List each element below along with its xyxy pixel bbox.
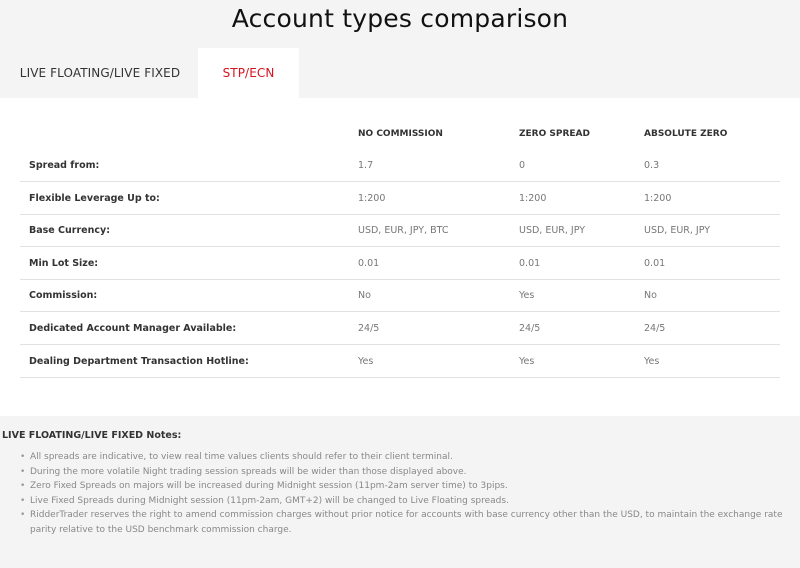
column-header-zero-spread: ZERO SPREAD [519, 129, 590, 139]
row-label: Dealing Department Transaction Hotline: [29, 355, 249, 367]
list-item: During the more volatile Night trading s… [20, 465, 790, 480]
cell-no-commission: 1.7 [358, 160, 374, 171]
cell-zero-spread: 0 [519, 160, 526, 171]
cell-zero-spread: 1:200 [519, 192, 547, 204]
table-row: Dealing Department Transaction Hotline: … [20, 345, 780, 378]
row-label: Commission: [29, 290, 98, 301]
tab-live-floating-live-fixed[interactable]: LIVE FLOATING/LIVE FIXED [0, 48, 200, 98]
cell-zero-spread: USD, EUR, JPY [519, 225, 586, 236]
table-row: Spread from: 1.7 0 0.3 [20, 150, 780, 182]
cell-absolute-zero: Yes [644, 355, 660, 367]
row-label: Dedicated Account Manager Available: [29, 322, 237, 334]
row-label: Flexible Leverage Up to: [29, 192, 160, 204]
cell-no-commission: 1:200 [358, 192, 386, 204]
row-label: Min Lot Size: [29, 257, 99, 269]
notes-list: All spreads are indicative, to view real… [20, 450, 790, 537]
cell-zero-spread: Yes [519, 355, 535, 367]
cell-zero-spread: Yes [519, 290, 535, 301]
cell-zero-spread: 0.01 [519, 257, 541, 269]
column-header-absolute-zero: ABSOLUTE ZERO [644, 129, 728, 139]
cell-absolute-zero: 0.3 [644, 160, 660, 171]
cell-absolute-zero: 1:200 [644, 192, 672, 204]
cell-absolute-zero: 24/5 [644, 322, 666, 334]
cell-absolute-zero: 0.01 [644, 257, 666, 269]
cell-no-commission: No [358, 290, 371, 301]
account-tabs: LIVE FLOATING/LIVE FIXED STP/ECN [0, 48, 800, 98]
table-header-row: NO COMMISSION ZERO SPREAD ABSOLUTE ZERO [20, 118, 780, 150]
list-item: RidderTrader reserves the right to amend… [20, 508, 790, 537]
row-label: Base Currency: [29, 225, 110, 236]
cell-no-commission: Yes [358, 355, 374, 367]
table-row: Dedicated Account Manager Available: 24/… [20, 312, 780, 345]
column-header-no-commission: NO COMMISSION [358, 129, 443, 139]
cell-absolute-zero: No [644, 290, 657, 301]
table-row: Base Currency: USD, EUR, JPY, BTC USD, E… [20, 215, 780, 247]
cell-no-commission: 24/5 [358, 322, 380, 334]
tab-stp-ecn[interactable]: STP/ECN [198, 48, 299, 98]
page-title: Account types comparison [231, 4, 569, 33]
cell-no-commission: USD, EUR, JPY, BTC [358, 225, 449, 236]
list-item: Live Fixed Spreads during Midnight sessi… [20, 494, 790, 509]
row-label: Spread from: [29, 160, 100, 171]
table-row: Min Lot Size: 0.01 0.01 0.01 [20, 247, 780, 280]
list-item: Zero Fixed Spreads on majors will be inc… [20, 479, 790, 494]
cell-absolute-zero: USD, EUR, JPY [644, 225, 711, 236]
notes-title: LIVE FLOATING/LIVE FIXED Notes: [2, 430, 182, 441]
notes-section: LIVE FLOATING/LIVE FIXED Notes: All spre… [0, 430, 800, 537]
list-item: All spreads are indicative, to view real… [20, 450, 790, 465]
cell-no-commission: 0.01 [358, 257, 380, 269]
table-row: Flexible Leverage Up to: 1:200 1:200 1:2… [20, 182, 780, 215]
comparison-panel: NO COMMISSION ZERO SPREAD ABSOLUTE ZERO … [0, 98, 800, 416]
table-row: Commission: No Yes No [20, 280, 780, 312]
cell-zero-spread: 24/5 [519, 322, 541, 334]
